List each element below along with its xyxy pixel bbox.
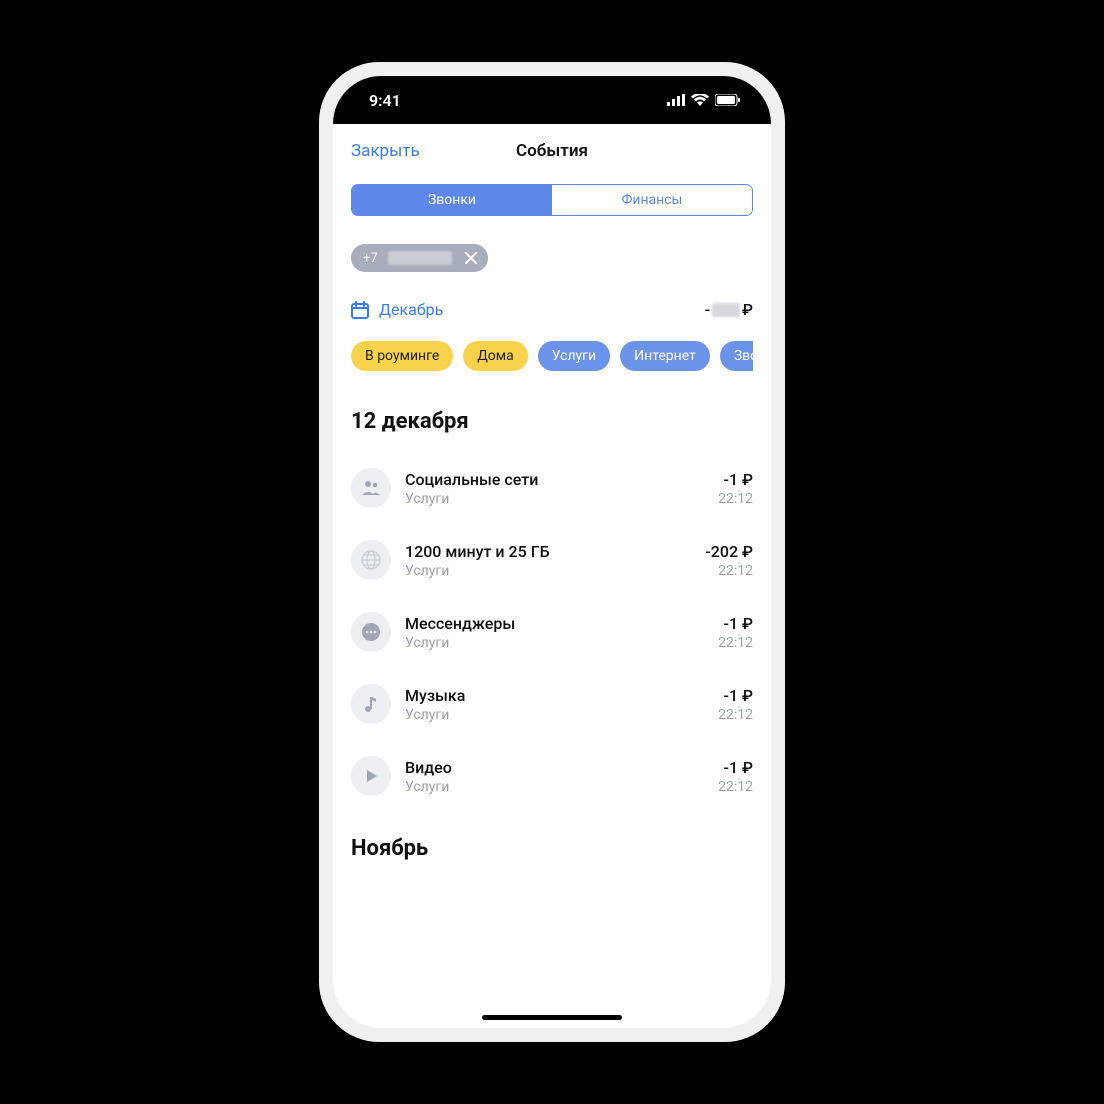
filter-chip-2[interactable]: Услуги	[538, 341, 610, 371]
page-title: События	[516, 141, 588, 161]
section-heading-2: Ноябрь	[351, 836, 753, 861]
people-icon	[351, 468, 391, 508]
transaction-title: Мессенджеры	[405, 614, 704, 633]
phone-number-chip[interactable]: +7	[351, 244, 488, 272]
transaction-right: -202 ₽ 22:12	[705, 542, 753, 579]
transaction-title: 1200 минут и 25 ГБ	[405, 542, 691, 561]
segment-calls[interactable]: Звонки	[352, 185, 552, 215]
battery-icon	[715, 94, 741, 106]
transaction-title: Музыка	[405, 686, 704, 705]
section-heading-1: 12 декабря	[351, 409, 753, 434]
transaction-title: Социальные сети	[405, 470, 704, 489]
transaction-row[interactable]: 1200 минут и 25 ГБ Услуги -202 ₽ 22:12	[351, 524, 753, 596]
transaction-body: 1200 минут и 25 ГБ Услуги	[405, 542, 691, 579]
filter-chip-0[interactable]: В роуминге	[351, 341, 453, 371]
transaction-row[interactable]: Видео Услуги -1 ₽ 22:12	[351, 740, 753, 812]
transaction-time: 22:12	[718, 707, 753, 723]
transaction-amount: -202 ₽	[705, 542, 753, 561]
close-icon[interactable]	[462, 249, 480, 267]
status-icons	[667, 94, 741, 106]
transaction-body: Социальные сети Услуги	[405, 470, 704, 507]
transaction-right: -1 ₽ 22:12	[718, 470, 753, 507]
chat-icon	[351, 612, 391, 652]
transaction-category: Услуги	[405, 779, 704, 795]
month-label: Декабрь	[379, 300, 443, 319]
transaction-category: Услуги	[405, 563, 691, 579]
content: Звонки Финансы +7 Декабрь -	[333, 178, 771, 1028]
transaction-amount: -1 ₽	[718, 686, 753, 705]
segment-finance[interactable]: Финансы	[552, 185, 752, 215]
transaction-category: Услуги	[405, 491, 704, 507]
close-button[interactable]: Закрыть	[351, 141, 420, 161]
segmented-control: Звонки Финансы	[351, 184, 753, 216]
phone-screen: 9:41 Закрыть События Звонки Финансы	[333, 76, 771, 1028]
transaction-list: Социальные сетиУслуги-1 ₽22:121200 минут…	[351, 452, 753, 812]
amount-redacted	[712, 303, 740, 317]
filter-chip-1[interactable]: Дома	[463, 341, 528, 371]
filter-chips-row[interactable]: В роуминге Дома Услуги Интернет Звонки	[351, 341, 753, 371]
transaction-title: Видео	[405, 758, 704, 777]
transaction-row[interactable]: Социальные сети Услуги -1 ₽ 22:12	[351, 452, 753, 524]
transaction-row[interactable]: Музыка Услуги -1 ₽ 22:12	[351, 668, 753, 740]
transaction-body: Видео Услуги	[405, 758, 704, 795]
status-time: 9:41	[369, 91, 401, 110]
transaction-time: 22:12	[718, 491, 753, 507]
month-amount: - ₽	[705, 300, 753, 319]
transaction-right: -1 ₽ 22:12	[718, 758, 753, 795]
nav-bar: Закрыть События	[333, 124, 771, 178]
month-row: Декабрь - ₽	[351, 300, 753, 319]
transaction-amount: -1 ₽	[718, 614, 753, 633]
signal-icon	[667, 94, 685, 106]
amount-prefix: -	[705, 300, 710, 319]
play-icon	[351, 756, 391, 796]
transaction-body: Мессенджеры Услуги	[405, 614, 704, 651]
transaction-amount: -1 ₽	[718, 758, 753, 777]
wifi-icon	[691, 94, 709, 106]
transaction-time: 22:12	[705, 563, 753, 579]
transaction-category: Услуги	[405, 707, 704, 723]
transaction-time: 22:12	[718, 779, 753, 795]
transaction-right: -1 ₽ 22:12	[718, 614, 753, 651]
music-icon	[351, 684, 391, 724]
month-selector[interactable]: Декабрь	[351, 300, 443, 319]
transaction-amount: -1 ₽	[718, 470, 753, 489]
filter-chip-4[interactable]: Звонки	[720, 341, 753, 371]
transaction-body: Музыка Услуги	[405, 686, 704, 723]
transaction-time: 22:12	[718, 635, 753, 651]
filter-chip-3[interactable]: Интернет	[620, 341, 710, 371]
phone-frame: 9:41 Закрыть События Звонки Финансы	[319, 62, 785, 1042]
phone-prefix: +7	[363, 251, 378, 266]
globe-icon	[351, 540, 391, 580]
amount-currency: ₽	[742, 300, 753, 319]
phone-number-redacted	[388, 251, 452, 265]
calendar-icon	[351, 301, 369, 319]
transaction-right: -1 ₽ 22:12	[718, 686, 753, 723]
home-indicator[interactable]	[482, 1015, 622, 1020]
transaction-category: Услуги	[405, 635, 704, 651]
notch	[457, 76, 647, 108]
transaction-row[interactable]: Мессенджеры Услуги -1 ₽ 22:12	[351, 596, 753, 668]
